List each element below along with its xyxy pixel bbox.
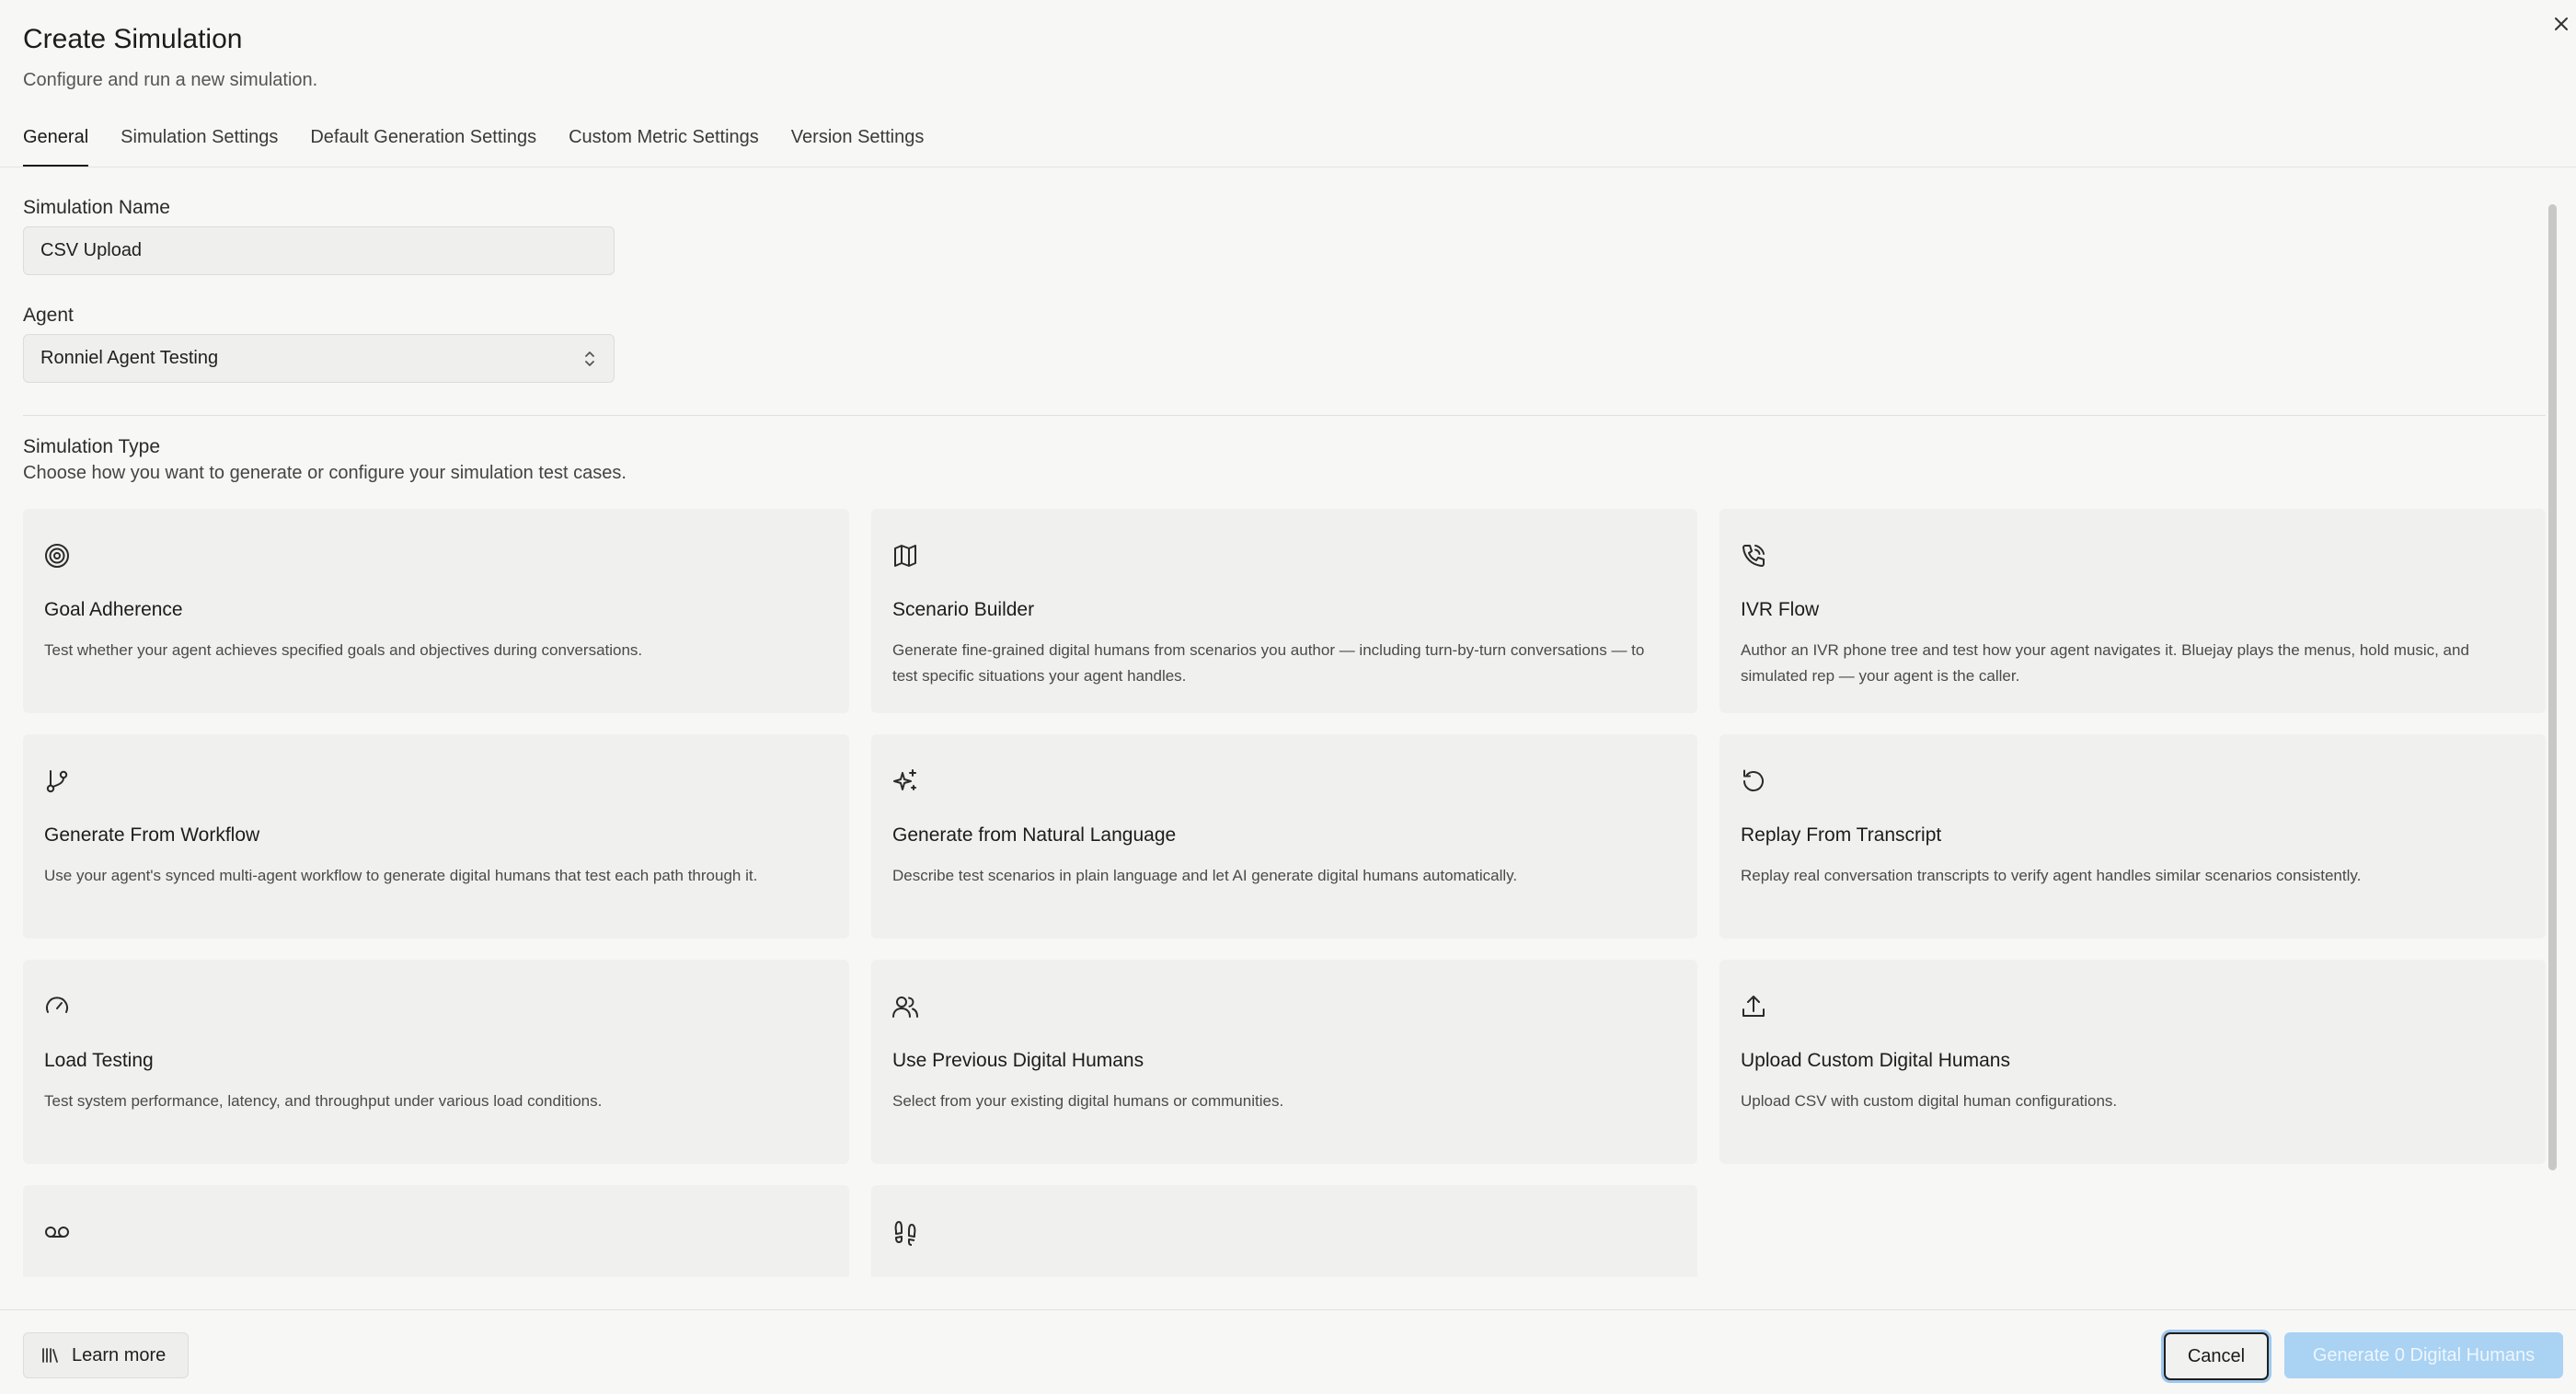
- card-description: Use your agent's synced multi-agent work…: [44, 867, 758, 884]
- simulation-name-label: Simulation Name: [23, 197, 170, 218]
- card-use-previous-digital-humans[interactable]: Use Previous Digital Humans Select from …: [871, 960, 1697, 1164]
- replay-icon: [1742, 769, 1764, 792]
- chevron-up-down-icon: [585, 351, 594, 366]
- card-upload-custom-digital-humans[interactable]: Upload Custom Digital Humans Upload CSV …: [1719, 960, 2546, 1164]
- sparkles-icon: [893, 769, 916, 790]
- simulation-name-input[interactable]: CSV Upload: [23, 226, 615, 275]
- gauge-icon: [46, 997, 68, 1013]
- simulation-type-subtitle: Choose how you want to generate or confi…: [23, 463, 627, 483]
- card-title: Scenario Builder: [892, 599, 1035, 620]
- simulation-name-value: CSV Upload: [40, 240, 143, 260]
- card-footprints[interactable]: [871, 1185, 1697, 1277]
- card-title: Generate from Natural Language: [892, 824, 1177, 846]
- learn-more-button[interactable]: Learn more: [23, 1332, 189, 1378]
- card-load-testing[interactable]: Load Testing Test system performance, la…: [23, 960, 849, 1164]
- simulation-type-grid: Goal Adherence Test whether your agent a…: [23, 509, 2546, 1277]
- cancel-button[interactable]: Cancel: [2164, 1332, 2269, 1380]
- card-description: Describe test scenarios in plain languag…: [892, 867, 1518, 884]
- card-title: IVR Flow: [1741, 599, 1820, 620]
- tab-version-settings[interactable]: Version Settings: [791, 127, 925, 167]
- close-icon: [2555, 17, 2568, 30]
- users-icon: [892, 997, 918, 1018]
- card-description: Test system performance, latency, and th…: [44, 1092, 603, 1110]
- tab-simulation-settings[interactable]: Simulation Settings: [121, 127, 278, 167]
- card-description: Select from your existing digital humans…: [892, 1092, 1284, 1110]
- tab-custom-metric-settings[interactable]: Custom Metric Settings: [569, 127, 759, 167]
- footer-divider: [0, 1309, 2576, 1310]
- tab-default-generation-settings[interactable]: Default Generation Settings: [310, 127, 536, 167]
- learn-more-label: Learn more: [72, 1344, 167, 1365]
- dialog-subtitle: Configure and run a new simulation.: [23, 70, 318, 90]
- agent-label: Agent: [23, 305, 74, 326]
- card-replay-from-transcript[interactable]: Replay From Transcript Replay real conve…: [1719, 734, 2546, 939]
- phone-icon: [1742, 545, 1765, 567]
- card-description: Replay real conversation transcripts to …: [1741, 867, 2362, 884]
- card-title: Load Testing: [44, 1050, 154, 1071]
- card-goal-adherence[interactable]: Goal Adherence Test whether your agent a…: [23, 509, 849, 713]
- library-icon: [42, 1348, 58, 1363]
- card-voicemail[interactable]: [23, 1185, 849, 1277]
- map-icon: [894, 545, 916, 567]
- scrollbar[interactable]: [2548, 204, 2557, 1170]
- card-description: Test whether your agent achieves specifi…: [44, 641, 643, 659]
- workflow-icon: [46, 770, 68, 793]
- agent-select-value: Ronniel Agent Testing: [40, 348, 219, 368]
- footprints-icon: [894, 1221, 916, 1246]
- card-ivr-flow[interactable]: IVR Flow Author an IVR phone tree and te…: [1719, 509, 2546, 713]
- card-scenario-builder[interactable]: Scenario Builder Generate fine-grained d…: [871, 509, 1697, 713]
- card-title: Goal Adherence: [44, 599, 183, 620]
- close-button[interactable]: [2548, 11, 2574, 37]
- tab-bar: General Simulation Settings Default Gene…: [23, 127, 956, 167]
- upload-icon: [1742, 996, 1765, 1017]
- card-title: Replay From Transcript: [1741, 824, 1942, 846]
- tab-general[interactable]: General: [23, 127, 89, 167]
- section-divider: [23, 415, 2546, 416]
- card-title: Generate From Workflow: [44, 824, 260, 846]
- card-title: Upload Custom Digital Humans: [1741, 1050, 2010, 1071]
- card-generate-from-workflow[interactable]: Generate From Workflow Use your agent's …: [23, 734, 849, 939]
- target-icon: [45, 544, 69, 568]
- create-simulation-dialog: Create Simulation Configure and run a ne…: [0, 0, 2576, 1394]
- generate-digital-humans-button[interactable]: Generate 0 Digital Humans: [2284, 1332, 2563, 1378]
- card-generate-from-natural-language[interactable]: Generate from Natural Language Describe …: [871, 734, 1697, 939]
- agent-select[interactable]: Ronniel Agent Testing: [23, 334, 615, 383]
- card-description: Generate fine-grained digital humans fro…: [892, 641, 1645, 685]
- voicemail-icon: [45, 1227, 69, 1238]
- card-title: Use Previous Digital Humans: [892, 1050, 1144, 1071]
- card-description: Upload CSV with custom digital human con…: [1741, 1092, 2118, 1110]
- dialog-title: Create Simulation: [23, 24, 243, 54]
- card-description: Author an IVR phone tree and test how yo…: [1741, 641, 2469, 685]
- simulation-type-title: Simulation Type: [23, 436, 161, 457]
